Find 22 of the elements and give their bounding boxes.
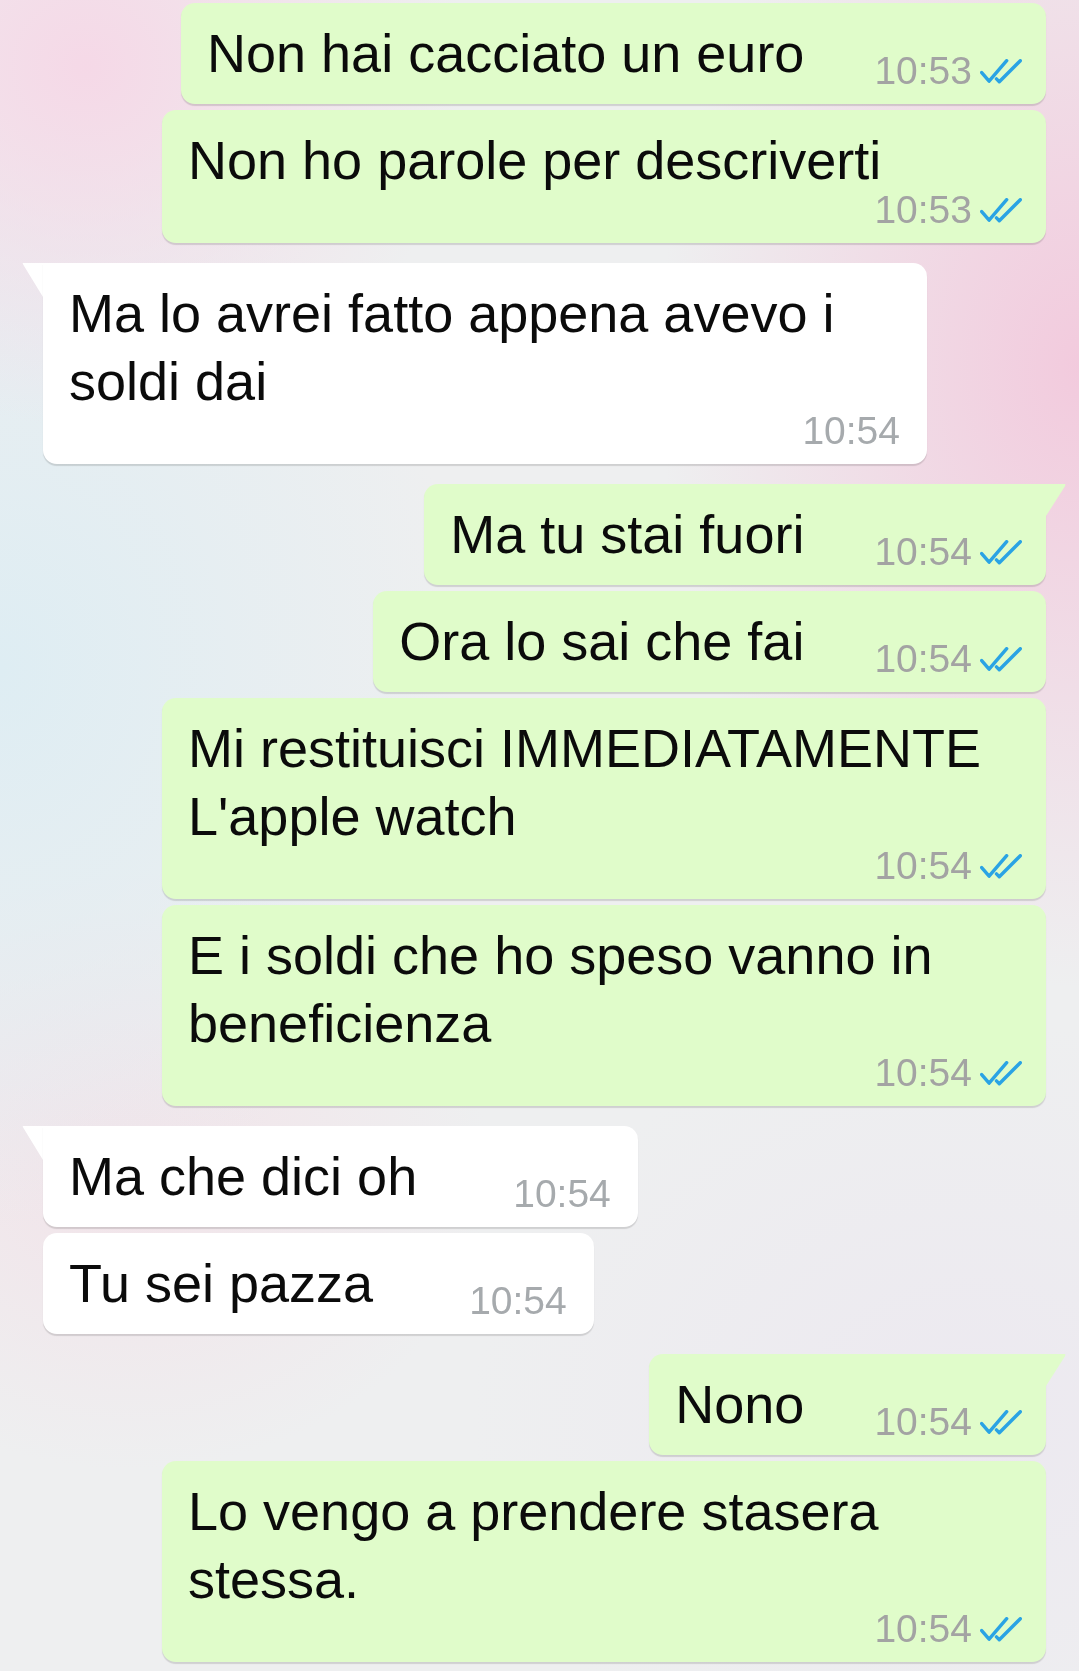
message-time: 10:54 xyxy=(469,1285,567,1317)
message-text: Mi restituisci IMMEDIATAMENTE L'apple watch xyxy=(188,717,983,848)
message-time: 10:54 xyxy=(874,850,972,882)
message-text: Ma tu stai fuori xyxy=(450,503,805,566)
message-text: Ma che dici oh xyxy=(69,1145,418,1208)
message-text: Ora lo sai che fai xyxy=(399,610,805,673)
message-time: 10:54 xyxy=(513,1178,611,1210)
message-text: Nono xyxy=(675,1373,805,1436)
message-text: Non hai cacciato un euro xyxy=(207,22,805,85)
message-time: 10:54 xyxy=(874,1406,972,1438)
message-text: Lo vengo a prendere stasera stessa. xyxy=(188,1480,880,1611)
message-time: 10:53 xyxy=(874,55,972,87)
message-text: E i soldi che ho speso vanno in beneficienza xyxy=(188,924,934,1055)
message-text: Non ho parole per descriverti xyxy=(188,129,882,192)
message-time: 10:54 xyxy=(874,1613,972,1645)
message-time: 10:54 xyxy=(874,643,972,675)
message-text: Ma lo avrei fatto appena avevo i soldi dai xyxy=(69,282,836,413)
message-time: 10:54 xyxy=(874,1057,972,1089)
message-time: 10:54 xyxy=(874,536,972,568)
message-time: 10:54 xyxy=(802,415,900,447)
message-text: Tu sei pazza xyxy=(69,1252,374,1315)
message-time: 10:53 xyxy=(874,194,972,226)
